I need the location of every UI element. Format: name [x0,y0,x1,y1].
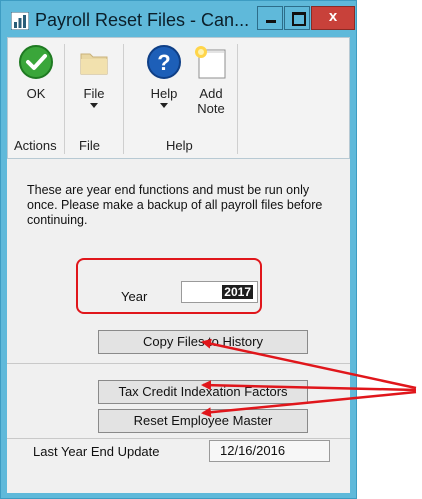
add-note-icon [195,46,226,79]
chevron-down-icon [160,103,168,108]
ribbon-separator [64,44,65,154]
minimize-button[interactable] [257,6,283,30]
file-label: File [83,86,105,101]
window-title: Payroll Reset Files - Can... [35,10,250,30]
info-text: These are year end functions and must be… [27,183,323,227]
title-bar[interactable]: Payroll Reset Files - Can... x [1,1,358,37]
ribbon: OK File ? Help Add Note Actions File Hel… [7,37,350,159]
folder-icon [80,53,108,75]
year-label: Year [121,289,148,304]
maximize-button[interactable] [284,6,310,30]
payroll-reset-window: Payroll Reset Files - Can... x OK File ?… [0,0,357,499]
close-icon: x [328,8,338,25]
note-label: Note [197,101,225,116]
year-value: 2017 [222,285,253,299]
year-input[interactable]: 2017 [181,281,258,303]
ok-label: OK [26,86,46,101]
ribbon-separator [237,44,238,154]
divider [7,363,350,364]
help-icon: ? [147,45,181,79]
add-label: Add [199,86,223,101]
help-label: Help [150,86,178,101]
checkmark-icon [19,45,53,79]
content-panel: These are year end functions and must be… [7,159,350,493]
group-label-actions: Actions [14,138,57,153]
divider [7,438,350,439]
tax-credit-indexation-factors-button[interactable]: Tax Credit Indexation Factors [98,380,308,404]
chevron-down-icon [90,103,98,108]
close-button[interactable]: x [311,6,355,30]
ribbon-separator [123,44,124,154]
ok-button[interactable]: OK [14,44,58,101]
last-year-end-update-field: 12/16/2016 [209,440,330,462]
add-note-button[interactable]: Add Note [190,44,232,116]
group-label-file: File [79,138,100,153]
reset-employee-master-button[interactable]: Reset Employee Master [98,409,308,433]
copy-files-to-history-button[interactable]: Copy Files to History [98,330,308,354]
file-menu-button[interactable]: File [74,44,114,108]
group-label-help: Help [166,138,193,153]
app-icon [11,12,29,30]
svg-text:?: ? [157,50,170,75]
last-year-end-update-label: Last Year End Update [33,444,160,459]
help-menu-button[interactable]: ? Help [144,44,184,108]
